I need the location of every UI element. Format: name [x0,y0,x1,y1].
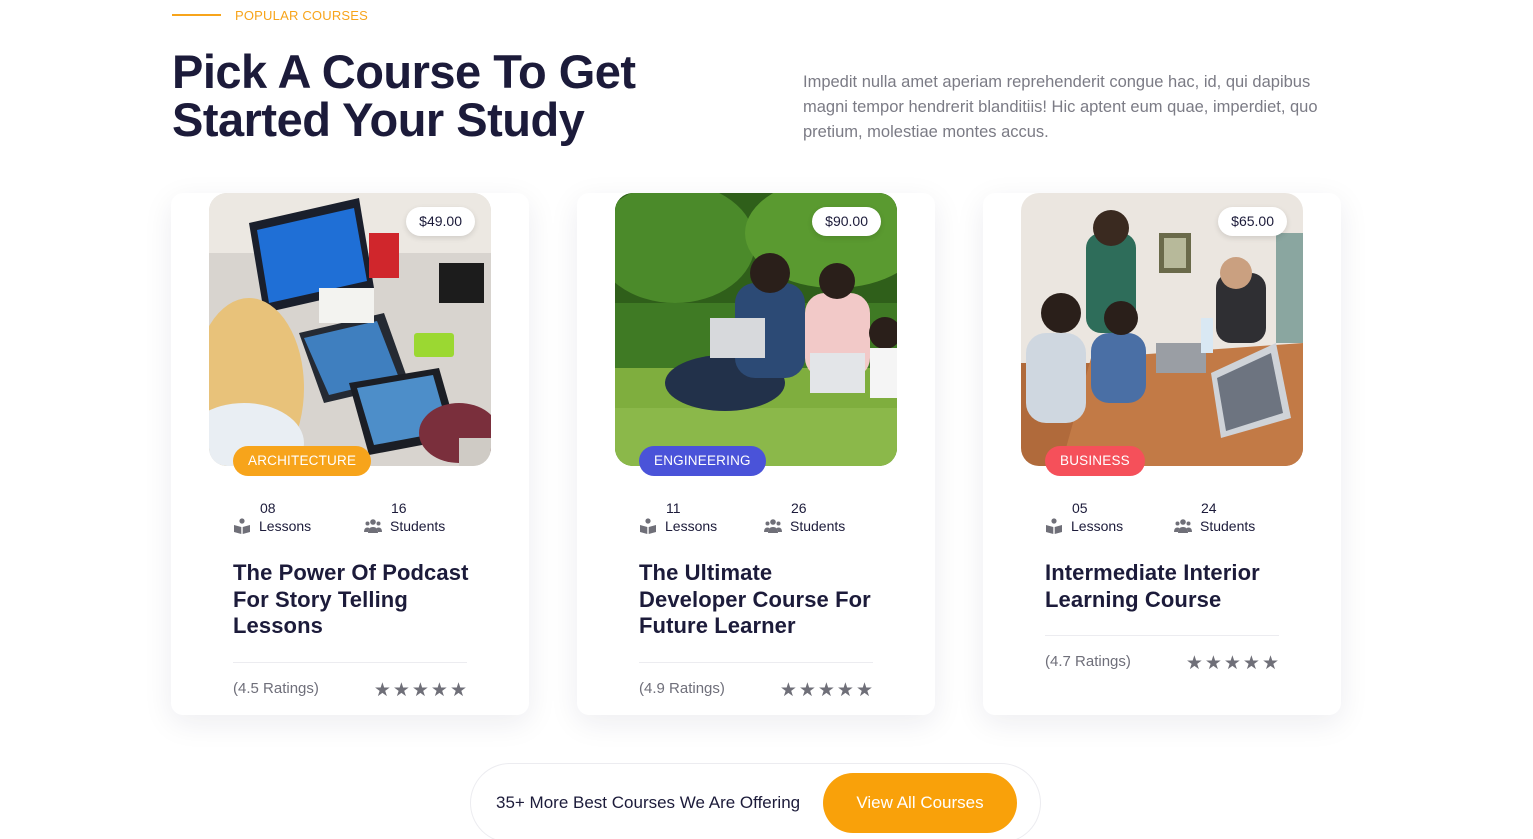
course-image[interactable]: $90.00 [615,193,897,466]
lessons-count: 11 [666,500,681,516]
view-all-courses-button[interactable]: View All Courses [823,773,1017,833]
students-label: Students [790,518,846,534]
course-price: $90.00 [812,207,881,236]
users-icon [364,519,382,533]
section-intro: Impedit nulla amet aperiam reprehenderit… [803,73,1318,141]
eyebrow-text: POPULAR COURSES [235,7,369,23]
card-divider [1045,635,1279,636]
section-eyebrow: POPULAR COURSES [172,6,368,24]
card-divider [639,662,873,663]
star-icon: ★★★★★ [1185,653,1281,674]
section-heading: Pick A Course To Get Started Your Study [172,45,636,146]
students-count: 24 [1201,500,1217,516]
more-courses-banner: 35+ More Best Courses We Are Offering Vi… [470,763,1041,839]
course-card[interactable]: $65.00 BUSINESS 05 Lessons 24 Students I… [983,193,1341,715]
lessons-count: 05 [1072,500,1088,516]
lessons-meta: 05 Lessons [1045,499,1123,535]
ratings-text: (4.9 Ratings) [639,680,725,697]
course-card[interactable]: $49.00 ARCHITECTURE 08 Lessons 16 Studen… [171,193,529,715]
students-count: 26 [791,500,807,516]
lessons-label: Lessons [665,518,718,534]
course-title[interactable]: The Ultimate Developer Course For Future… [639,560,884,640]
eyebrow-line [172,14,221,16]
ratings-text: (4.5 Ratings) [233,680,319,697]
course-image[interactable]: $49.00 [209,193,491,466]
more-courses-text: 35+ More Best Courses We Are Offering [496,793,801,812]
users-icon [764,519,782,533]
lessons-meta: 08 Lessons [233,499,311,535]
ratings-text: (4.7 Ratings) [1045,653,1131,670]
course-price: $65.00 [1218,207,1287,236]
card-divider [233,662,467,663]
students-meta: 24 Students [1174,499,1255,535]
students-count: 16 [391,500,407,516]
star-icon: ★★★★★ [779,680,875,701]
students-label: Students [1200,518,1256,534]
category-tag[interactable]: ARCHITECTURE [233,446,372,476]
course-price: $49.00 [406,207,475,236]
book-reader-icon [640,518,656,534]
lessons-count: 08 [260,500,276,516]
category-tag[interactable]: ENGINEERING [639,446,766,476]
lessons-label: Lessons [1071,518,1124,534]
lessons-label: Lessons [259,518,312,534]
category-tag[interactable]: BUSINESS [1045,446,1145,476]
users-icon [1174,519,1192,533]
course-title[interactable]: Intermediate Interior Learning Course [1045,560,1290,613]
lessons-meta: 11 Lessons [639,499,717,535]
course-image[interactable]: $65.00 [1021,193,1303,466]
students-meta: 26 Students [764,499,845,535]
book-reader-icon [1046,518,1062,534]
course-card[interactable]: $90.00 ENGINEERING 11 Lessons 26 Student… [577,193,935,715]
book-reader-icon [234,518,250,534]
star-icon: ★★★★★ [373,680,469,701]
students-label: Students [390,518,446,534]
students-meta: 16 Students [364,499,445,535]
course-title[interactable]: The Power Of Podcast For Story Telling L… [233,560,478,640]
